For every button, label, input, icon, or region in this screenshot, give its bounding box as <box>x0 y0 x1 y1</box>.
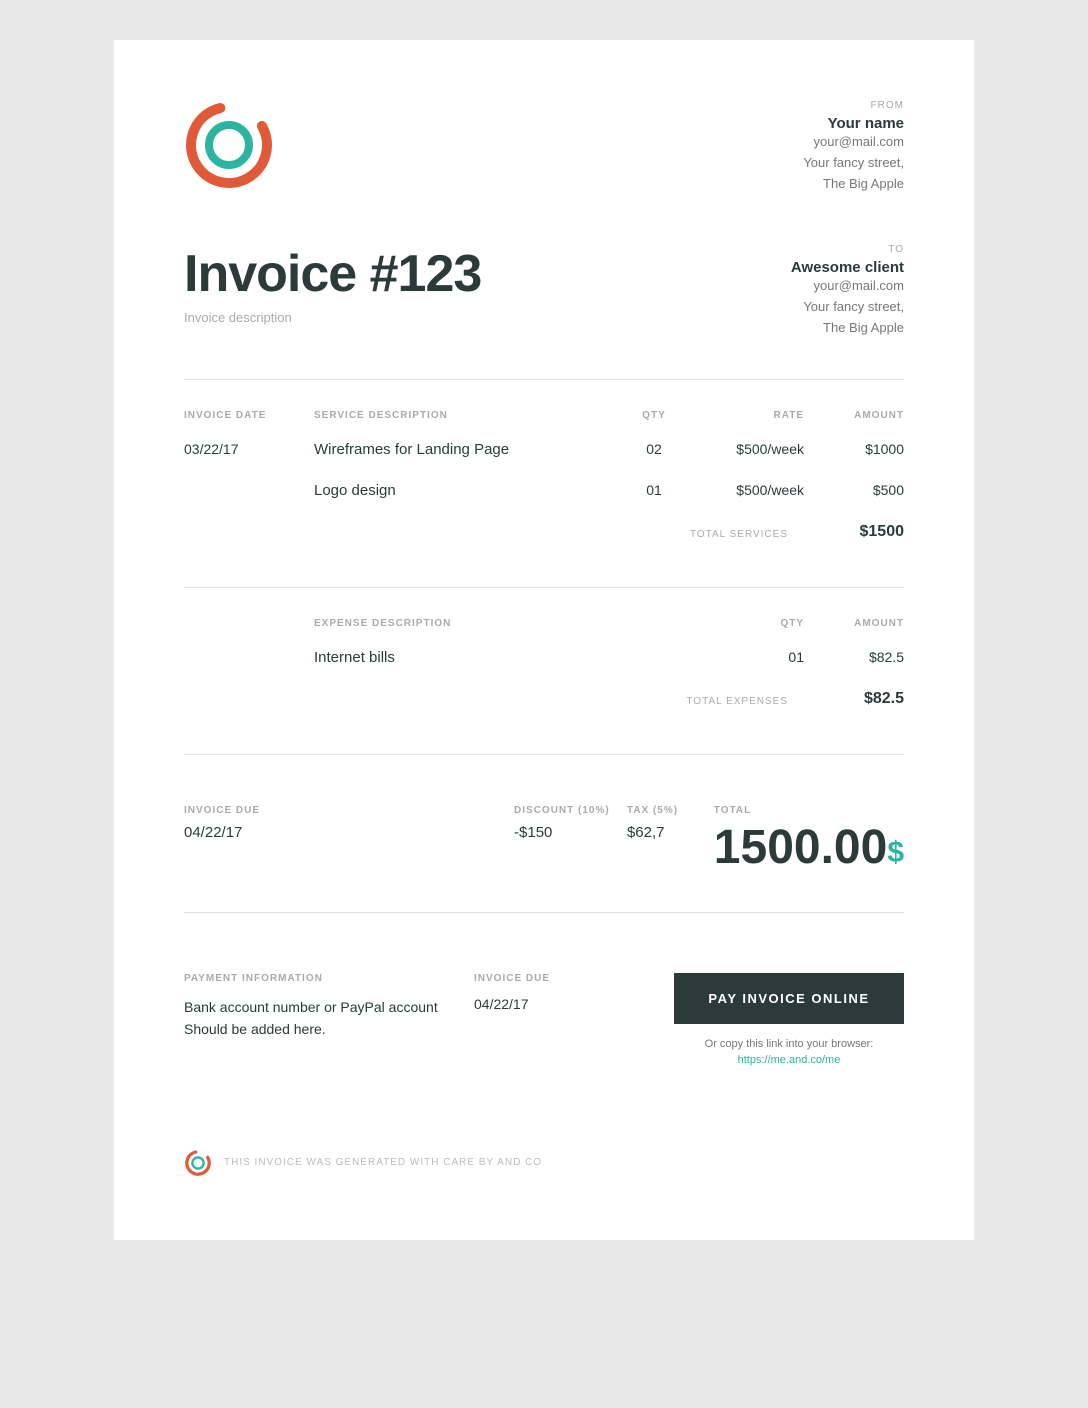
summary-tax-col: TAX (5%) $62,7 <box>627 805 714 841</box>
total-currency: $ <box>887 838 904 868</box>
footer-logo-icon <box>184 1149 212 1177</box>
payment-due-date: 04/22/17 <box>474 996 674 1012</box>
link-prefix: Or copy this link into your browser: <box>705 1038 874 1050</box>
service-qty-1: 02 <box>614 441 694 457</box>
col-header-qty: QTY <box>614 410 694 421</box>
summary-total-col: TOTAL 1500.00$ <box>714 805 904 872</box>
expense-amount-1: $82.5 <box>804 649 904 665</box>
payment-info-line2: Should be added here. <box>184 1021 326 1037</box>
col-header-amount: AMOUNT <box>804 410 904 421</box>
expenses-section: EXPENSE DESCRIPTION QTY AMOUNT Internet … <box>184 608 904 734</box>
service-desc-1: Wireframes for Landing Page <box>314 441 614 458</box>
service-row-2: Logo design 01 $500/week $500 <box>184 470 904 511</box>
invoice-header: FROM Your name your@mail.com Your fancy … <box>184 100 904 194</box>
service-amount-1: $1000 <box>804 441 904 457</box>
from-name: Your name <box>803 115 904 132</box>
divider-2 <box>184 587 904 588</box>
total-integer: 1500.00 <box>714 824 888 872</box>
tax-label: TAX (5%) <box>627 805 714 816</box>
payment-info-label: PAYMENT INFORMATION <box>184 973 474 984</box>
from-label: FROM <box>803 100 904 111</box>
payment-info-col: PAYMENT INFORMATION Bank account number … <box>184 973 474 1041</box>
footer-text: THIS INVOICE WAS GENERATED WITH CARE BY … <box>224 1157 542 1168</box>
from-street: Your fancy street, <box>803 153 904 174</box>
invoice-title-left: Invoice #123 Invoice description <box>184 244 481 325</box>
payment-due-col: INVOICE DUE 04/22/17 <box>474 973 674 1012</box>
expenses-total-label: TOTAL EXPENSES <box>684 690 804 714</box>
col-header-exp-qty: QTY <box>614 618 804 629</box>
logo-area <box>184 100 274 190</box>
discount-value: -$150 <box>514 824 627 841</box>
services-total-label: TOTAL SERVICES <box>684 523 804 547</box>
invoice-title-row: Invoice #123 Invoice description TO Awes… <box>184 244 904 338</box>
payment-section: PAYMENT INFORMATION Bank account number … <box>184 953 904 1069</box>
expenses-total-row: TOTAL EXPENSES $82.5 <box>184 678 904 734</box>
pay-invoice-button[interactable]: PAY INVOICE ONLINE <box>674 973 904 1024</box>
from-block: FROM Your name your@mail.com Your fancy … <box>803 100 904 194</box>
payment-info-text: Bank account number or PayPal account Sh… <box>184 996 474 1041</box>
pay-link-text: Or copy this link into your browser: htt… <box>705 1036 874 1069</box>
col-header-service-desc: SERVICE DESCRIPTION <box>314 410 614 421</box>
pay-link[interactable]: https://me.and.co/me <box>738 1054 841 1066</box>
summary-date-col: INVOICE DUE 04/22/17 <box>184 805 514 841</box>
services-total-value: $1500 <box>804 523 904 547</box>
col-header-exp-desc: EXPENSE DESCRIPTION <box>314 618 614 629</box>
to-block: TO Awesome client your@mail.com Your fan… <box>791 244 904 338</box>
services-header-row: INVOICE DATE SERVICE DESCRIPTION QTY RAT… <box>184 400 904 429</box>
invoice-title: Invoice #123 <box>184 244 481 304</box>
discount-label: DISCOUNT (10%) <box>514 805 627 816</box>
total-amount: 1500.00$ <box>714 824 904 872</box>
to-name: Awesome client <box>791 259 904 276</box>
invoice-due-label: INVOICE DUE <box>184 805 514 816</box>
to-city: The Big Apple <box>791 318 904 339</box>
service-row-1: 03/22/17 Wireframes for Landing Page 02 … <box>184 429 904 470</box>
col-header-exp-amount: AMOUNT <box>804 618 904 629</box>
invoice-footer: THIS INVOICE WAS GENERATED WITH CARE BY … <box>184 1129 904 1177</box>
invoice-due-date: 04/22/17 <box>184 824 514 841</box>
divider-4 <box>184 912 904 913</box>
invoice-page: FROM Your name your@mail.com Your fancy … <box>114 40 974 1240</box>
service-rate-2: $500/week <box>694 482 804 498</box>
to-street: Your fancy street, <box>791 297 904 318</box>
service-rate-1: $500/week <box>694 441 804 457</box>
payment-due-label: INVOICE DUE <box>474 973 674 984</box>
services-total-row: TOTAL SERVICES $1500 <box>184 511 904 567</box>
summary-section: INVOICE DUE 04/22/17 DISCOUNT (10%) -$15… <box>184 775 904 892</box>
service-amount-2: $500 <box>804 482 904 498</box>
pay-button-col: PAY INVOICE ONLINE Or copy this link int… <box>674 973 904 1069</box>
divider-1 <box>184 379 904 380</box>
expenses-header-row: EXPENSE DESCRIPTION QTY AMOUNT <box>184 608 904 637</box>
payment-info-line1: Bank account number or PayPal account <box>184 999 438 1015</box>
col-header-rate: RATE <box>694 410 804 421</box>
expense-row-1: Internet bills 01 $82.5 <box>184 637 904 678</box>
divider-3 <box>184 754 904 755</box>
invoice-description: Invoice description <box>184 310 481 325</box>
expenses-total-value: $82.5 <box>804 690 904 714</box>
service-qty-2: 01 <box>614 482 694 498</box>
services-section: INVOICE DATE SERVICE DESCRIPTION QTY RAT… <box>184 400 904 567</box>
tax-value: $62,7 <box>627 824 714 841</box>
from-email: your@mail.com <box>803 132 904 153</box>
to-email: your@mail.com <box>791 276 904 297</box>
to-label: TO <box>791 244 904 255</box>
service-desc-2: Logo design <box>314 482 614 499</box>
expense-qty-1: 01 <box>614 649 804 665</box>
col-header-date: INVOICE DATE <box>184 410 314 421</box>
from-city: The Big Apple <box>803 174 904 195</box>
total-label: TOTAL <box>714 805 904 816</box>
service-date-1: 03/22/17 <box>184 441 314 457</box>
summary-discount-col: DISCOUNT (10%) -$150 <box>514 805 627 841</box>
company-logo <box>184 100 274 190</box>
expense-desc-1: Internet bills <box>314 649 614 666</box>
